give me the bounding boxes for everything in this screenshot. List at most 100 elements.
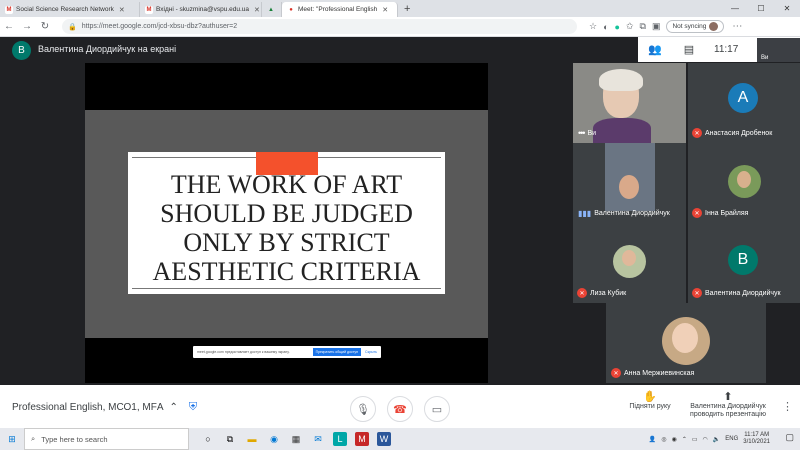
participant-avatar: В [728, 245, 758, 275]
language-indicator[interactable]: ENG [725, 436, 738, 442]
participant-name: ✕ Інна Брайляя [692, 208, 748, 218]
system-tray: 👤 ◎ ◉ ⌃ ▭ ◠ 🔈 ENG 11:17 AM 3/10/2021 [649, 428, 770, 450]
tray-app-icon[interactable]: ◉ [672, 436, 677, 443]
more-icon[interactable]: ⋯ [728, 18, 746, 36]
tab-label: Meet: "Professional English [298, 6, 378, 13]
windows-start-icon[interactable]: ⊞ [0, 428, 24, 450]
participant-tile[interactable]: ✕ Лиза Кубик [573, 223, 686, 303]
slide-title-line: THE WORK OF ART [170, 170, 403, 199]
close-icon[interactable]: ✕ [119, 6, 125, 14]
stop-sharing-button[interactable]: Прекратить общий доступ [312, 348, 362, 356]
app-l-icon[interactable]: L [333, 432, 347, 446]
chevron-up-icon[interactable]: ⌃ [682, 436, 687, 443]
presenting-button[interactable]: ⬆ Валентина Диордийчук проводить презент… [685, 392, 771, 419]
participant-tile[interactable]: ✕ Інна Брайляя [688, 143, 800, 223]
mic-off-icon: ✕ [692, 288, 702, 298]
tray-app-icon[interactable]: ◎ [661, 436, 666, 443]
participant-tile[interactable]: В ✕ Валентина Диордийчук [688, 223, 800, 303]
leave-call-button[interactable]: ☎ [387, 396, 413, 422]
participant-face [737, 171, 751, 188]
profile-avatar [709, 22, 719, 31]
person-icon[interactable]: 👤 [649, 436, 656, 443]
back-icon[interactable]: ← [0, 18, 18, 36]
participant-tile[interactable]: A ✕ Анастасия Дробенок [688, 63, 800, 143]
battery-icon[interactable]: ▭ [692, 436, 698, 443]
clock-date: 3/10/2021 [743, 439, 770, 445]
favorites-icon[interactable]: ✩ [626, 21, 634, 32]
presentation-slide: THE WORK OF ART SHOULD BE JUDGED ONLY BY… [128, 152, 445, 294]
mic-off-icon: ✕ [692, 208, 702, 218]
hand-icon: ✋ [643, 391, 657, 403]
notifications-icon[interactable]: ▢ [785, 432, 794, 443]
tab-drive[interactable]: ▲ [262, 2, 282, 17]
minimize-icon[interactable]: — [722, 0, 748, 17]
participant-name: ••• Ви [578, 128, 597, 138]
forward-icon[interactable]: → [18, 18, 36, 36]
slide-title-line: ONLY BY STRICT [183, 228, 390, 257]
mic-button[interactable]: 🎙 [350, 396, 376, 422]
slide-title-line: AESTHETIC CRITERIA [152, 257, 421, 286]
wifi-icon[interactable]: ◠ [703, 436, 708, 443]
file-explorer-icon[interactable]: ▬ [245, 432, 259, 446]
meeting-details[interactable]: Professional English, МСО1, МFА ⌃ [12, 402, 178, 413]
more-options-icon[interactable]: ••• [578, 128, 586, 138]
drive-icon: ▲ [268, 6, 274, 13]
chat-icon[interactable]: ▤ [672, 43, 706, 56]
cortana-icon[interactable]: ○ [201, 432, 215, 446]
store-icon[interactable]: ▦ [289, 432, 303, 446]
tab-gmail[interactable]: M Вхідні - skuzmina@vspu.edu.ua ✕ [140, 2, 262, 17]
edge-icon[interactable]: ◉ [267, 432, 281, 446]
browser-tabbar: M Social Science Research Network ✕ M Вх… [0, 0, 800, 17]
close-icon[interactable]: ✕ [254, 6, 260, 14]
participant-name: ✕ Лиза Кубик [577, 288, 626, 298]
collections-icon[interactable]: ⧉ [640, 21, 646, 32]
meeting-time: 11:17 [714, 44, 739, 55]
word-icon[interactable]: W [377, 432, 391, 446]
raise-hand-button[interactable]: ✋ Підняти руку [622, 391, 678, 411]
camera-icon[interactable]: ▣ [652, 21, 661, 32]
close-window-icon[interactable]: ✕ [774, 0, 800, 17]
volume-icon[interactable]: 🔈 [713, 436, 720, 443]
participant-clothes [593, 118, 651, 143]
tab-meet[interactable]: ● Meet: "Professional English ✕ [282, 2, 398, 17]
people-icon[interactable]: 👥 [638, 43, 672, 56]
grammarly-icon[interactable]: ● [615, 22, 620, 32]
mail-icon[interactable]: ✉ [311, 432, 325, 446]
search-placeholder: Type here to search [41, 434, 108, 444]
participant-tile-self[interactable]: ••• Ви [573, 63, 686, 143]
close-icon[interactable]: ✕ [382, 6, 388, 14]
sync-button[interactable]: Not syncing [666, 20, 725, 33]
extension-icon[interactable]: ◐ [603, 22, 608, 32]
taskbar-search[interactable]: ⌕ Type here to search [24, 428, 189, 450]
gmail-icon: M [145, 5, 153, 14]
task-view-icon[interactable]: ⧉ [223, 432, 237, 446]
self-thumb-label: Ви [761, 55, 769, 61]
address-bar[interactable]: 🔒 https://meet.google.com/jcd-xbsu-dbz?a… [62, 19, 577, 34]
tab-ssrn[interactable]: M Social Science Research Network ✕ [0, 2, 140, 17]
participant-name: ✕ Анна Мержиевинская [611, 368, 694, 378]
shield-icon[interactable]: ⛨ [186, 400, 200, 414]
screen-share-notice: meet.google.com предоставляет доступ к в… [193, 346, 381, 358]
star-icon[interactable]: ☆ [589, 21, 597, 32]
presenting-label-sub: проводить презентацію [690, 411, 766, 418]
tab-label: Вхідні - skuzmina@vspu.edu.ua [156, 6, 250, 13]
hang-up-icon: ☎ [393, 403, 407, 416]
maximize-icon[interactable]: ☐ [748, 0, 774, 17]
participant-name: ✕ Анастасия Дробенок [692, 128, 772, 138]
self-thumbnail[interactable]: Ви [757, 38, 800, 62]
clock[interactable]: 11:17 AM 3/10/2021 [743, 432, 770, 446]
presenter-avatar: В [12, 41, 31, 60]
mic-off-icon: ✕ [692, 128, 702, 138]
share-message: meet.google.com предоставляет доступ к в… [197, 350, 290, 354]
participant-tile[interactable]: ▮▮▮ Валентина Диордийчук [573, 143, 686, 223]
hide-button[interactable]: Скрыть [365, 350, 377, 354]
camera-button[interactable]: ▭ [424, 396, 450, 422]
mic-icon: 🎙 [356, 403, 370, 416]
raise-hand-label: Підняти руку [629, 403, 671, 410]
more-options-icon[interactable]: ⋮ [782, 400, 793, 413]
app-m-icon[interactable]: M [355, 432, 369, 446]
participant-tile[interactable]: ✕ Анна Мержиевинская [606, 303, 766, 383]
reload-icon[interactable]: ↻ [36, 18, 54, 36]
new-tab-button[interactable]: + [398, 2, 416, 17]
speaking-indicator-icon: ▮▮▮ [578, 209, 592, 218]
